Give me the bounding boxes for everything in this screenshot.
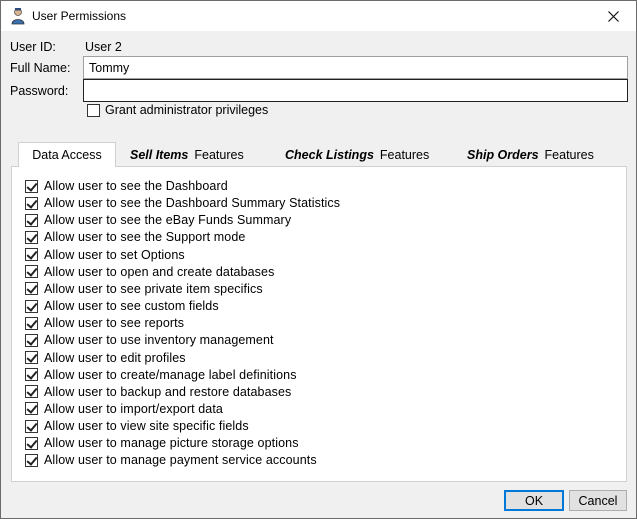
permission-label: Allow user to use inventory management [44,333,274,348]
permission-checkbox[interactable] [25,453,38,467]
permission-item[interactable]: Allow user to manage payment service acc… [25,452,317,468]
tab-label: Data Access [32,148,102,162]
tab-data-access[interactable]: Data Access [18,142,116,167]
permission-label: Allow user to see the Dashboard Summary … [44,196,341,211]
permission-item[interactable]: Allow user to set Options [25,247,185,263]
password-label: Password: [10,84,69,98]
tab-label: Features [379,148,430,162]
user-id-value: User 2 [85,40,122,54]
permission-label: Allow user to set Options [44,247,185,262]
title-bar: User Permissions [1,1,636,31]
tab-bold-label: Ship Orders [467,148,539,162]
permission-checkbox[interactable] [25,436,38,450]
permission-label: Allow user to see private item specifics [44,281,263,296]
close-icon [607,10,619,22]
full-name-label: Full Name: [10,61,71,75]
permission-item[interactable]: Allow user to backup and restore databas… [25,384,291,400]
permission-checkbox[interactable] [25,299,38,313]
user-id-label: User ID: [10,40,56,54]
permission-item[interactable]: Allow user to see custom fields [25,298,219,314]
permission-checkbox[interactable] [25,402,38,416]
permission-label: Allow user to see reports [44,316,185,331]
permission-label: Allow user to manage payment service acc… [44,453,317,468]
permission-checkbox[interactable] [25,419,38,433]
window-title: User Permissions [32,9,127,23]
permission-item[interactable]: Allow user to open and create databases [25,264,274,280]
permission-label: Allow user to see custom fields [44,299,219,314]
permission-checkbox[interactable] [25,368,38,382]
permission-label: Allow user to see the eBay Funds Summary [44,213,292,228]
permission-label: Allow user to create/manage label defini… [44,367,297,382]
tab-ship-orders-features[interactable]: Ship Orders Features [467,144,594,166]
tab-bold-label: Sell Items [130,148,189,162]
permission-item[interactable]: Allow user to create/manage label defini… [25,367,297,383]
permission-item[interactable]: Allow user to see private item specifics [25,281,263,297]
permission-item[interactable]: Allow user to edit profiles [25,350,186,366]
tab-check-listings-features[interactable]: Check Listings Features [285,144,429,166]
permission-item[interactable]: Allow user to see the eBay Funds Summary [25,212,291,228]
permission-checkbox[interactable] [25,265,38,279]
admin-label: Grant administrator privileges [105,103,269,117]
permission-item[interactable]: Allow user to import/export data [25,401,223,417]
permission-item[interactable]: Allow user to manage picture storage opt… [25,435,299,451]
permission-item[interactable]: Allow user to see reports [25,315,184,331]
permission-checkbox[interactable] [25,316,38,330]
permission-label: Allow user to manage picture storage opt… [44,436,299,451]
permission-label: Allow user to see the Support mode [44,230,246,245]
permission-item[interactable]: Allow user to see the Dashboard [25,178,228,194]
full-name-input[interactable] [83,56,628,79]
permission-item[interactable]: Allow user to see the Support mode [25,229,245,245]
permission-label: Allow user to see the Dashboard [44,179,228,193]
permission-checkbox[interactable] [25,385,38,399]
permission-item[interactable]: Allow user to view site specific fields [25,418,249,434]
permission-label: Allow user to edit profiles [44,350,186,365]
permission-checkbox[interactable] [25,196,38,210]
permission-item[interactable]: Allow user to use inventory management [25,332,274,348]
close-button[interactable] [590,1,636,31]
ok-button[interactable]: OK [504,490,564,511]
password-input[interactable] [83,79,628,102]
permission-checkbox[interactable] [25,230,38,244]
permission-label: Allow user to import/export data [44,401,223,416]
permission-checkbox[interactable] [25,213,38,227]
tab-sell-items-features[interactable]: Sell Items Features [130,144,244,166]
permission-label: Allow user to open and create databases [44,264,275,279]
permission-label: Allow user to backup and restore databas… [44,384,292,399]
permission-checkbox[interactable] [25,179,38,193]
tab-label: Features [194,148,244,162]
tab-label: Features [544,148,594,162]
user-permissions-window: User Permissions User ID: User 2 Full Na… [0,0,637,519]
admin-checkbox[interactable] [87,104,100,117]
permission-checkbox[interactable] [25,333,38,347]
permission-checkbox[interactable] [25,248,38,262]
user-icon [11,8,25,25]
cancel-button[interactable]: Cancel [569,490,627,511]
permission-item[interactable]: Allow user to see the Dashboard Summary … [25,195,340,211]
permission-checkbox[interactable] [25,351,38,364]
tab-bold-label: Check Listings [285,148,374,162]
permission-checkbox[interactable] [25,282,38,296]
permission-label: Allow user to view site specific fields [44,419,249,434]
